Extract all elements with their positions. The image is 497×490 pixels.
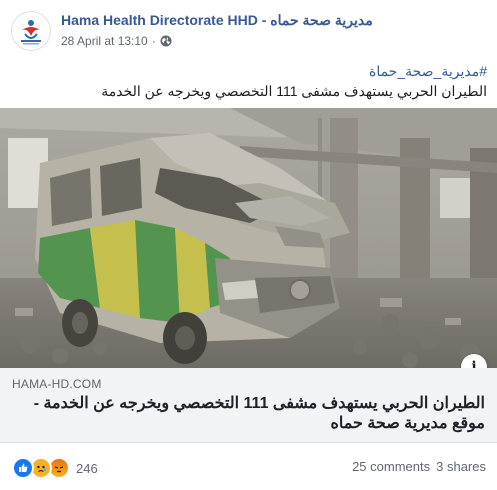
link-domain: HAMA-HD.COM bbox=[12, 377, 102, 391]
post-timestamp[interactable]: 28 April at 13:10 bbox=[61, 34, 148, 48]
engagement-stats: 25 comments 3 shares bbox=[352, 459, 486, 474]
globe-icon[interactable] bbox=[160, 35, 172, 47]
shares-count-link[interactable]: 3 shares bbox=[436, 459, 486, 474]
comments-count-link[interactable]: 25 comments bbox=[352, 459, 430, 474]
meta-separator: · bbox=[151, 34, 156, 48]
page-name-link[interactable]: Hama Health Directorate HHD - مديرية صحة… bbox=[61, 12, 373, 29]
like-icon bbox=[12, 457, 34, 479]
reaction-count[interactable]: 246 bbox=[76, 461, 98, 476]
link-title[interactable]: الطيران الحربي يستهدف مشفى 111 التخصصي و… bbox=[15, 394, 485, 434]
link-preview-image[interactable] bbox=[0, 108, 497, 368]
post-body-text: الطيران الحربي يستهدف مشفى 111 التخصصي و… bbox=[101, 83, 487, 99]
hashtag-link[interactable]: #مديرية_صحة_حماة bbox=[10, 62, 487, 80]
link-preview[interactable]: HAMA-HD.COM الطيران الحربي يستهدف مشفى 1… bbox=[0, 368, 497, 443]
directorate-logo bbox=[12, 12, 50, 50]
page-avatar[interactable] bbox=[11, 11, 51, 51]
post-text-block: #مديرية_صحة_حماة الطيران الحربي يستهدف م… bbox=[10, 62, 487, 101]
post-header: Hama Health Directorate HHD - مديرية صحة… bbox=[0, 0, 497, 62]
reactions-summary[interactable]: 246 bbox=[12, 457, 98, 479]
post-meta: 28 April at 13:10 · bbox=[61, 34, 172, 48]
post-footer: 246 25 comments 3 shares bbox=[0, 443, 497, 490]
destroyed-ambulance-photo bbox=[0, 108, 497, 368]
facebook-post: Hama Health Directorate HHD - مديرية صحة… bbox=[0, 0, 497, 490]
